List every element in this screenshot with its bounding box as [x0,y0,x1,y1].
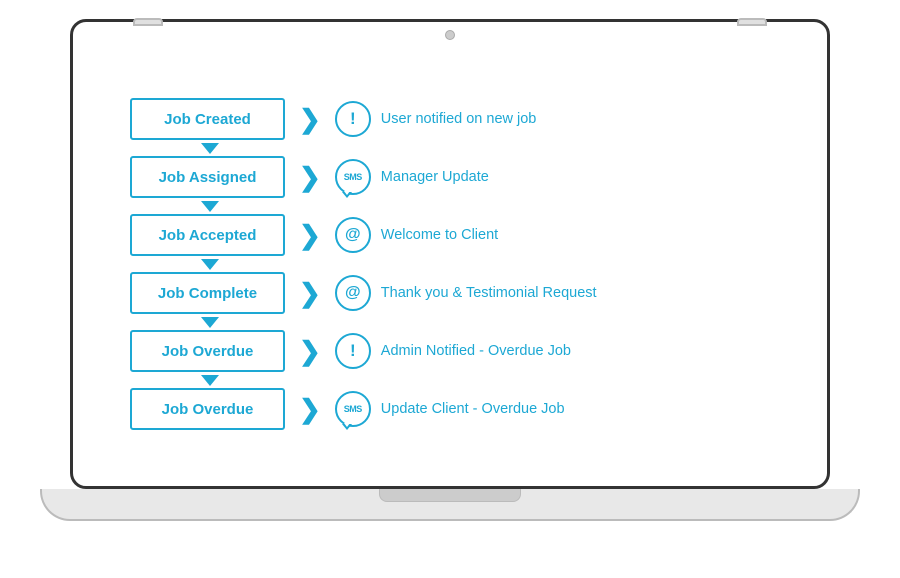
at-icon: @ [335,217,371,253]
chevron-right-icon: ❯ [299,164,321,190]
action-label: Welcome to Client [381,227,498,243]
action-area: ! Admin Notified - Overdue Job [335,333,770,369]
connector-col [130,142,290,155]
action-area: SMS Manager Update [335,159,770,195]
arrow-down-icon [201,259,219,270]
action-label: Update Client - Overdue Job [381,401,565,417]
hinge-left [133,18,163,26]
connector-row [130,316,770,328]
action-label: User notified on new job [381,111,537,127]
action-label: Admin Notified - Overdue Job [381,343,571,359]
connector-col [130,374,290,387]
flow-row: Job Overdue ❯! Admin Notified - Overdue Jo… [130,330,770,372]
arrow-down-icon [201,375,219,386]
chevron-right-icon: ❯ [299,222,321,248]
action-area: ! User notified on new job [335,101,770,137]
chevron-right-icon: ❯ [299,338,321,364]
job-box-label: Job Overdue [162,401,254,418]
exclamation-icon: ! [335,101,371,137]
connector-col [130,316,290,329]
action-area: SMS Update Client - Overdue Job [335,391,770,427]
chevron-right-icon: ❯ [299,106,321,132]
job-box: Job Accepted [130,214,285,256]
flow-row: Job Complete ❯ @ Thank you & Testimonial Re… [130,272,770,314]
flow-row: Job Created ❯! User notified on new job [130,98,770,140]
job-box-label: Job Overdue [162,343,254,360]
action-area: @ Welcome to Client [335,217,770,253]
flow-row: Job Accepted ❯ @ Welcome to Client [130,214,770,256]
job-box: Job Overdue [130,330,285,372]
chevron-right-icon: ❯ [299,280,321,306]
action-label: Manager Update [381,169,489,185]
screen-content: Job Created ❯! User notified on new job Job… [110,54,790,474]
at-icon: @ [335,275,371,311]
sms-icon: SMS [335,391,371,427]
sms-icon: SMS [335,159,371,195]
chevron-right-icon: ❯ [299,396,321,422]
laptop-mockup: Job Created ❯! User notified on new job Job… [40,19,860,559]
job-box-label: Job Accepted [159,227,257,244]
action-label: Thank you & Testimonial Request [381,285,597,301]
arrow-down-icon [201,143,219,154]
job-box-label: Job Complete [158,285,257,302]
connector-row [130,258,770,270]
action-area: @ Thank you & Testimonial Request [335,275,770,311]
laptop-screen: Job Created ❯! User notified on new job Job… [70,19,830,489]
job-box-label: Job Assigned [159,169,257,186]
job-box-label: Job Created [164,111,251,128]
arrow-down-icon [201,317,219,328]
connector-col [130,258,290,271]
job-box: Job Created [130,98,285,140]
connector-row [130,374,770,386]
connector-row [130,142,770,154]
exclamation-icon: ! [335,333,371,369]
laptop-base [40,489,860,521]
flow-row: Job Assigned ❯ SMS Manager Update [130,156,770,198]
flow-row: Job Overdue ❯ SMS Update Client - Overdue J… [130,388,770,430]
arrow-down-icon [201,201,219,212]
job-box: Job Assigned [130,156,285,198]
connector-row [130,200,770,212]
connector-col [130,200,290,213]
hinge-right [737,18,767,26]
job-box: Job Complete [130,272,285,314]
job-box: Job Overdue [130,388,285,430]
